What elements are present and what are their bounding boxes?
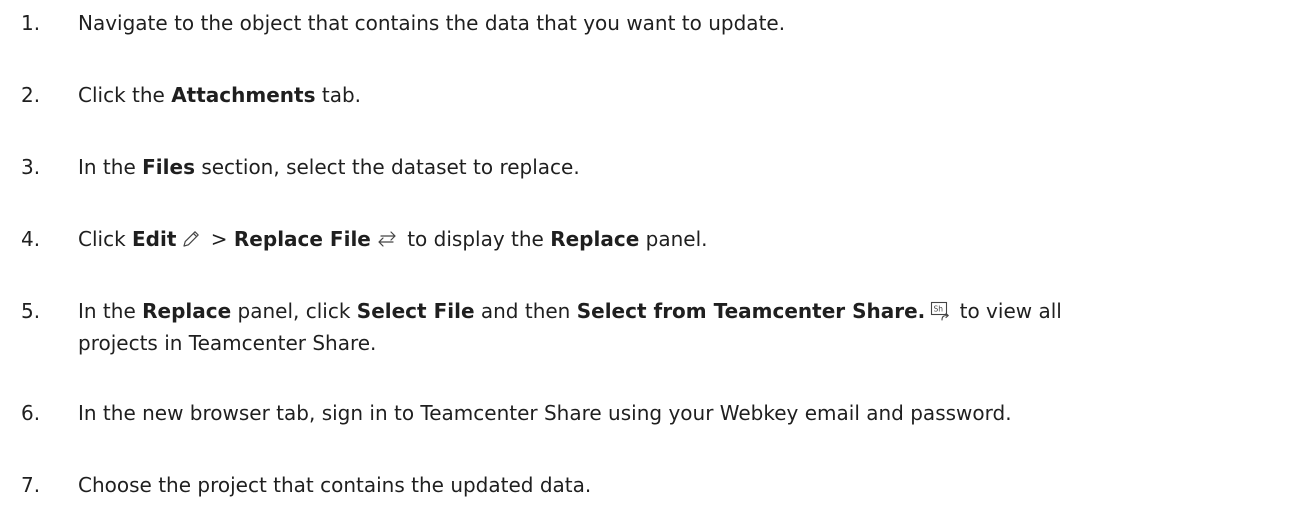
edit-command-label: Edit <box>132 227 177 251</box>
select-file-command-label: Select File <box>356 299 475 323</box>
step-text-part: Click <box>78 227 133 251</box>
attachments-tab-label: Attachments <box>171 83 316 107</box>
step-text: Navigate to the object that contains the… <box>78 11 786 35</box>
step-text: In the new browser tab, sign in to Teamc… <box>78 401 1012 425</box>
replace-panel-label: Replace <box>142 299 232 323</box>
step-text-part: panel, click <box>231 299 357 323</box>
step-text: In the Replace panel, click Select File … <box>78 295 1288 359</box>
step-text: Click the Attachments tab. <box>78 79 1288 111</box>
teamcenter-share-icon: Sh <box>929 300 951 322</box>
step-text-part: to display the <box>400 227 551 251</box>
step-number: 5. <box>21 299 41 323</box>
step-text-part: Click the <box>78 83 172 107</box>
pencil-edit-icon <box>180 228 202 250</box>
step-text-part: to view all <box>953 299 1062 323</box>
step-text-part: section, select the dataset to replace. <box>194 155 580 179</box>
step-text: In the Files section, select the dataset… <box>78 151 1288 183</box>
step-number: 4. <box>21 227 41 251</box>
step-number: 2. <box>21 83 41 107</box>
step-number: 7. <box>21 473 41 497</box>
step-text: Choose the project that contains the upd… <box>78 473 592 497</box>
step-text-part: tab. <box>315 83 362 107</box>
step-text-part: In the <box>78 299 143 323</box>
step-text-part: and then <box>474 299 577 323</box>
replace-file-command-label: Replace File <box>233 227 371 251</box>
select-from-teamcenter-share-label: Select from Teamcenter Share. <box>576 299 926 323</box>
step-text-part: projects in Teamcenter Share. <box>78 331 377 355</box>
step-number: 6. <box>21 401 41 425</box>
step-number: 3. <box>21 155 41 179</box>
step-text-part: panel. <box>639 227 708 251</box>
replace-panel-label: Replace <box>550 227 640 251</box>
replace-arrows-icon <box>375 228 399 250</box>
step-number: 1. <box>21 11 41 35</box>
teamcenter-share-icon-text: Sh <box>934 305 944 314</box>
step-text: Click Edit > Replace File to display the… <box>78 223 1288 255</box>
step-text-part: > <box>204 227 234 251</box>
step-text-part: In the <box>78 155 143 179</box>
files-section-label: Files <box>142 155 195 179</box>
